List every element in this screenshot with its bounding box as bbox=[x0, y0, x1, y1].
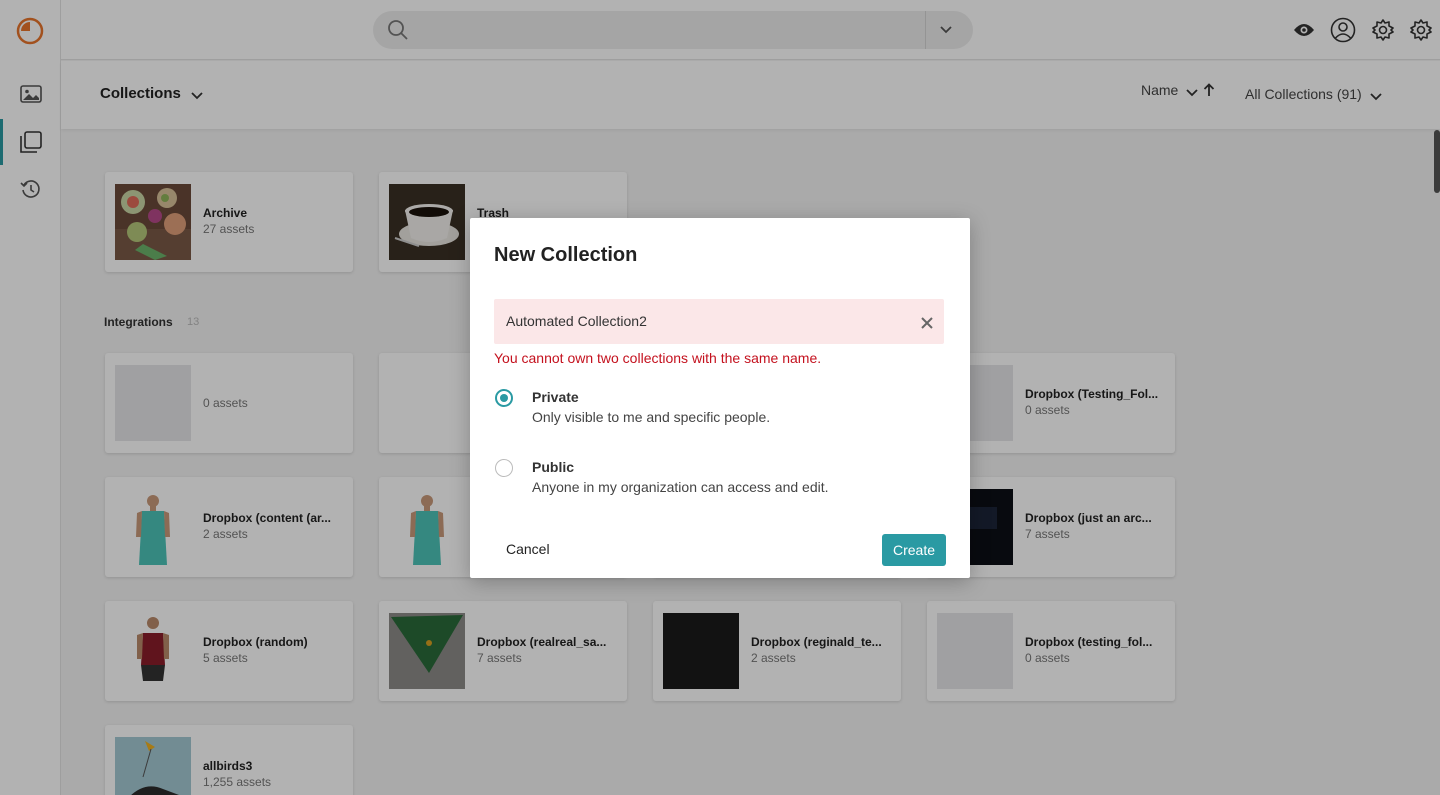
private-option-description: Only visible to me and specific people. bbox=[532, 409, 771, 425]
collection-name-input[interactable] bbox=[494, 299, 944, 344]
clear-input-close-icon[interactable] bbox=[918, 314, 936, 332]
create-button[interactable]: Create bbox=[882, 534, 946, 566]
new-collection-dialog: New Collection You cannot own two collec… bbox=[470, 218, 970, 578]
cancel-button[interactable]: Cancel bbox=[506, 541, 550, 557]
name-error-message: You cannot own two collections with the … bbox=[494, 350, 822, 366]
public-radio[interactable] bbox=[495, 459, 513, 477]
private-option-title[interactable]: Private bbox=[532, 389, 579, 405]
dialog-title: New Collection bbox=[494, 244, 638, 266]
public-option-description: Anyone in my organization can access and… bbox=[532, 479, 829, 495]
public-option-title[interactable]: Public bbox=[532, 459, 574, 475]
private-radio[interactable] bbox=[495, 389, 513, 407]
